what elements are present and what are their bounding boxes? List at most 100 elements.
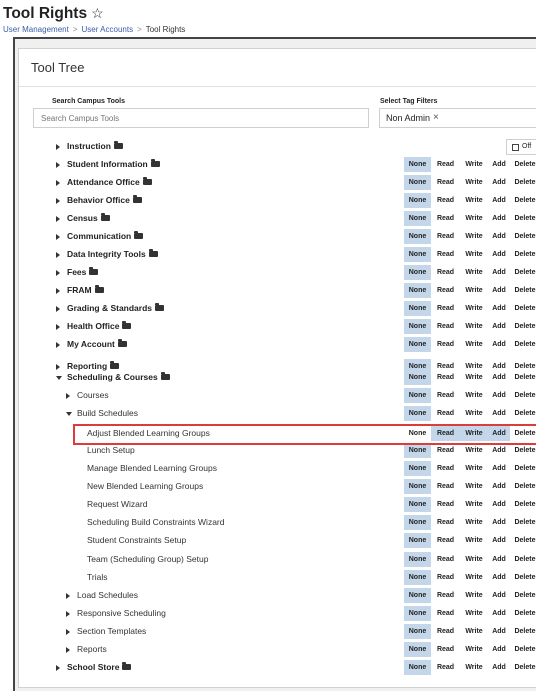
caret-right-icon[interactable]	[56, 342, 60, 348]
perm-write-button[interactable]: Write	[460, 388, 488, 403]
caret-right-icon[interactable]	[56, 234, 60, 240]
perm-delete-button[interactable]: Delete	[510, 570, 536, 585]
tool-name[interactable]: Load Schedules	[77, 590, 138, 600]
perm-add-button[interactable]: Add	[488, 624, 510, 639]
perm-add-button[interactable]: Add	[488, 265, 510, 280]
perm-add-button[interactable]: Add	[488, 388, 510, 403]
caret-right-icon[interactable]	[56, 216, 60, 222]
perm-write-button[interactable]: Write	[460, 370, 488, 385]
perm-none-button[interactable]: None	[404, 497, 431, 512]
perm-write-button[interactable]: Write	[460, 247, 488, 262]
perm-delete-button[interactable]: Delete	[510, 175, 536, 190]
perm-read-button[interactable]: Read	[431, 388, 460, 403]
perm-add-button[interactable]: Add	[488, 229, 510, 244]
perm-add-button[interactable]: Add	[488, 406, 510, 421]
perm-add-button[interactable]: Add	[488, 370, 510, 385]
perm-none-button[interactable]: None	[404, 642, 431, 657]
perm-read-button[interactable]: Read	[431, 301, 460, 316]
perm-read-button[interactable]: Read	[431, 337, 460, 352]
tool-name[interactable]: School Store	[67, 662, 132, 672]
perm-write-button[interactable]: Write	[460, 606, 488, 621]
perm-add-button[interactable]: Add	[488, 337, 510, 352]
perm-delete-button[interactable]: Delete	[510, 370, 536, 385]
perm-delete-button[interactable]: Delete	[510, 461, 536, 476]
perm-read-button[interactable]: Read	[431, 193, 460, 208]
caret-right-icon[interactable]	[66, 629, 70, 635]
perm-delete-button[interactable]: Delete	[510, 319, 536, 334]
perm-delete-button[interactable]: Delete	[510, 479, 536, 494]
perm-add-button[interactable]: Add	[488, 461, 510, 476]
caret-down-icon[interactable]	[66, 412, 72, 416]
perm-delete-button[interactable]: Delete	[510, 443, 536, 458]
perm-none-button[interactable]: None	[404, 588, 431, 603]
perm-write-button[interactable]: Write	[460, 624, 488, 639]
perm-delete-button[interactable]: Delete	[510, 642, 536, 657]
perm-none-button[interactable]: None	[404, 157, 431, 172]
perm-read-button[interactable]: Read	[431, 247, 460, 262]
perm-write-button[interactable]: Write	[460, 570, 488, 585]
perm-read-button[interactable]: Read	[431, 624, 460, 639]
perm-none-button[interactable]: None	[404, 570, 431, 585]
caret-right-icon[interactable]	[56, 180, 60, 186]
tool-name[interactable]: Health Office	[67, 321, 132, 331]
perm-delete-button[interactable]: Delete	[510, 388, 536, 403]
tool-name[interactable]: FRAM	[67, 285, 104, 295]
perm-add-button[interactable]: Add	[488, 570, 510, 585]
perm-delete-button[interactable]: Delete	[510, 337, 536, 352]
perm-read-button[interactable]: Read	[431, 211, 460, 226]
perm-delete-button[interactable]: Delete	[510, 247, 536, 262]
perm-none-button[interactable]: None	[404, 479, 431, 494]
tool-name[interactable]: Scheduling Build Constraints Wizard	[87, 517, 224, 527]
perm-none-button[interactable]: None	[404, 193, 431, 208]
perm-delete-button[interactable]: Delete	[510, 157, 536, 172]
perm-none-button[interactable]: None	[404, 337, 431, 352]
perm-write-button[interactable]: Write	[460, 175, 488, 190]
caret-right-icon[interactable]	[66, 593, 70, 599]
perm-read-button[interactable]: Read	[431, 570, 460, 585]
caret-right-icon[interactable]	[66, 611, 70, 617]
perm-write-button[interactable]: Write	[460, 157, 488, 172]
perm-add-button[interactable]: Add	[488, 211, 510, 226]
perm-delete-button[interactable]: Delete	[510, 193, 536, 208]
perm-delete-button[interactable]: Delete	[510, 660, 536, 675]
perm-add-button[interactable]: Add	[488, 552, 510, 567]
perm-read-button[interactable]: Read	[431, 660, 460, 675]
perm-add-button[interactable]: Add	[488, 515, 510, 530]
perm-none-button[interactable]: None	[404, 515, 431, 530]
perm-none-button[interactable]: None	[404, 606, 431, 621]
tool-name[interactable]: Trials	[87, 572, 107, 582]
perm-none-button[interactable]: None	[404, 265, 431, 280]
perm-none-button[interactable]: None	[404, 533, 431, 548]
perm-delete-button[interactable]: Delete	[510, 229, 536, 244]
perm-read-button[interactable]: Read	[431, 157, 460, 172]
perm-none-button[interactable]: None	[404, 247, 431, 262]
caret-right-icon[interactable]	[56, 324, 60, 330]
perm-read-button[interactable]: Read	[431, 606, 460, 621]
tag-remove-icon[interactable]: ×	[433, 112, 439, 123]
perm-write-button[interactable]: Write	[460, 515, 488, 530]
perm-read-button[interactable]: Read	[431, 533, 460, 548]
tool-name[interactable]: Data Integrity Tools	[67, 249, 158, 259]
perm-write-button[interactable]: Write	[460, 229, 488, 244]
perm-add-button[interactable]: Add	[488, 606, 510, 621]
perm-write-button[interactable]: Write	[460, 301, 488, 316]
perm-none-button[interactable]: None	[404, 175, 431, 190]
tool-name[interactable]: Team (Scheduling Group) Setup	[87, 554, 208, 564]
perm-write-button[interactable]: Write	[460, 443, 488, 458]
tool-name[interactable]: Manage Blended Learning Groups	[87, 463, 217, 473]
perm-write-button[interactable]: Write	[460, 479, 488, 494]
perm-delete-button[interactable]: Delete	[510, 606, 536, 621]
tool-name[interactable]: Behavior Office	[67, 195, 142, 205]
perm-none-button[interactable]: None	[404, 319, 431, 334]
perm-add-button[interactable]: Add	[488, 319, 510, 334]
perm-delete-button[interactable]: Delete	[510, 624, 536, 639]
perm-add-button[interactable]: Add	[488, 588, 510, 603]
caret-right-icon[interactable]	[56, 162, 60, 168]
perm-write-button[interactable]: Write	[460, 497, 488, 512]
perm-read-button[interactable]: Read	[431, 175, 460, 190]
tool-name[interactable]: Student Constraints Setup	[87, 535, 186, 545]
perm-write-button[interactable]: Write	[460, 265, 488, 280]
perm-none-button[interactable]: None	[404, 406, 431, 421]
perm-none-button[interactable]: None	[404, 388, 431, 403]
perm-add-button[interactable]: Add	[488, 533, 510, 548]
